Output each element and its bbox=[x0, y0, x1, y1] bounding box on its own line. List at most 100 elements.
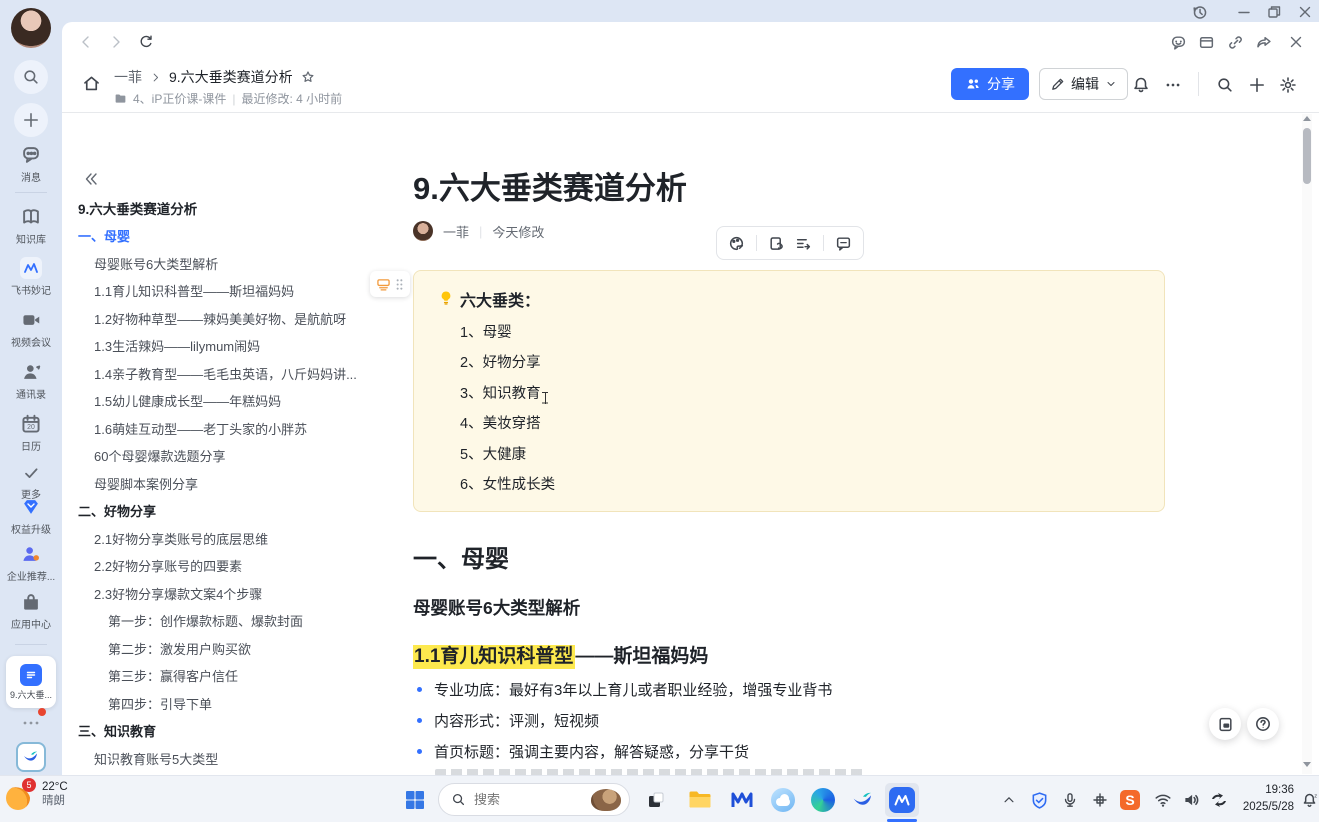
feishu-app-button[interactable] bbox=[846, 783, 880, 817]
callout-item[interactable]: 4、美妆穿搭 bbox=[460, 415, 1140, 433]
edit-button[interactable]: 编辑 bbox=[1039, 68, 1128, 100]
callout-item[interactable]: 5、大健康 bbox=[460, 446, 1140, 464]
rail-item-messages[interactable]: 消息 bbox=[0, 144, 62, 184]
callout-item[interactable]: 2、好物分享 bbox=[460, 354, 1140, 372]
close-window-button[interactable] bbox=[1292, 2, 1318, 22]
list-arrow-icon[interactable] bbox=[795, 235, 812, 252]
doc-title[interactable]: 9.六大垂类赛道分析 bbox=[413, 163, 687, 208]
doc-heading-2[interactable]: 一、母婴 bbox=[413, 539, 509, 574]
outline-title[interactable]: 9.六大垂类赛道分析 bbox=[78, 194, 370, 222]
more-actions-button[interactable] bbox=[1160, 72, 1186, 98]
bullet-item[interactable]: 首页标题：强调主要内容，解答疑惑，分享干货 bbox=[417, 741, 749, 762]
rail-item-current-doc[interactable]: 9.六大垂... bbox=[6, 656, 56, 708]
outline-item[interactable]: 1.5幼儿健康成长型——年糕妈妈 bbox=[78, 387, 370, 415]
rail-item-knowledge[interactable]: 知识库 bbox=[0, 206, 62, 246]
outline-item[interactable]: 1.3生活辣妈——lilymum闹妈 bbox=[78, 332, 370, 360]
search-input[interactable] bbox=[474, 792, 583, 807]
tab-close-button[interactable] bbox=[1284, 30, 1308, 54]
doc-heading-3[interactable]: 母婴账号6大类型解析 bbox=[413, 595, 580, 620]
tray-clock[interactable]: 19:36 2025/5/28 bbox=[1228, 782, 1294, 816]
tray-expand-button[interactable] bbox=[996, 787, 1022, 813]
doc-search-button[interactable] bbox=[1212, 72, 1238, 98]
outline-item[interactable]: 2.2好物分享账号的四要素 bbox=[78, 552, 370, 580]
outline-item[interactable]: 60个母婴爆款选题分享 bbox=[78, 442, 370, 470]
comment-icon[interactable] bbox=[835, 235, 852, 252]
weather-widget[interactable]: 5 22°C 晴朗 bbox=[6, 780, 68, 808]
callout-block[interactable]: 六大垂类： 1、母婴 2、好物分享 3、知识教育 4、美妆穿搭 5、大健康 6、… bbox=[413, 270, 1165, 512]
scrollbar-down-arrow[interactable] bbox=[1303, 762, 1311, 767]
rail-item-app-center[interactable]: 应用中心 bbox=[0, 591, 62, 631]
minimize-button[interactable] bbox=[1231, 2, 1257, 22]
outline-item[interactable]: 第四步：引导下单 bbox=[78, 690, 370, 718]
outline-item[interactable]: 二、好物分享 bbox=[78, 497, 370, 525]
outline-item[interactable]: 2.3好物分享爆款文案4个步骤 bbox=[78, 580, 370, 608]
outline-item[interactable]: 母婴账号6大类型解析 bbox=[78, 250, 370, 278]
outline-item[interactable]: 第三步：赢得客户信任 bbox=[78, 662, 370, 690]
edge-button[interactable] bbox=[806, 783, 840, 817]
tray-wifi-button[interactable] bbox=[1150, 787, 1176, 813]
theme-palette-icon[interactable] bbox=[728, 235, 745, 252]
minutes-app-button-active[interactable] bbox=[885, 783, 919, 817]
rail-item-video-meeting[interactable]: 视频会议 bbox=[0, 309, 62, 349]
nav-forward-button[interactable] bbox=[104, 30, 128, 54]
callout-item[interactable]: 3、知识教育 bbox=[460, 385, 1140, 403]
doc-feedback-button[interactable] bbox=[1209, 708, 1241, 740]
outline-item[interactable]: 1.1育儿知识科普型——斯坦福妈妈 bbox=[78, 277, 370, 305]
outline-item[interactable]: 1.2好物种草型——辣妈美美好物、是航航呀 bbox=[78, 305, 370, 333]
history-button[interactable] bbox=[1186, 2, 1212, 22]
rail-more-apps-button[interactable] bbox=[0, 714, 62, 732]
callout-item[interactable]: 6、女性成长类 bbox=[460, 476, 1140, 494]
taskbar-search[interactable] bbox=[438, 783, 630, 816]
rail-add-button[interactable] bbox=[0, 103, 62, 137]
tab-emoji-button[interactable] bbox=[1166, 30, 1190, 54]
share-button[interactable]: 分享 bbox=[951, 68, 1029, 100]
nav-refresh-button[interactable] bbox=[134, 30, 158, 54]
outline-collapse-button[interactable] bbox=[80, 168, 102, 190]
rail-search-button[interactable] bbox=[0, 60, 62, 94]
author-name[interactable]: 一菲 bbox=[443, 222, 469, 241]
block-handle[interactable] bbox=[370, 271, 410, 297]
tray-security-button[interactable] bbox=[1026, 787, 1052, 813]
rail-item-calendar[interactable]: 20 日历 bbox=[0, 413, 62, 453]
outline-item[interactable]: 一、母婴 bbox=[78, 222, 370, 250]
tray-notifications-button[interactable]: z bbox=[1296, 787, 1319, 813]
tab-window-button[interactable] bbox=[1194, 30, 1218, 54]
notifications-button[interactable] bbox=[1128, 72, 1154, 98]
rail-item-upgrade[interactable]: 权益升级 bbox=[0, 496, 62, 536]
star-icon[interactable] bbox=[301, 70, 315, 84]
weather-app-button[interactable] bbox=[766, 783, 800, 817]
doc-heading-3b[interactable]: 1.1育儿知识科普型——斯坦福妈妈 bbox=[413, 641, 708, 668]
rail-item-enterprise[interactable]: 企业推荐... bbox=[0, 543, 62, 583]
breadcrumb-current[interactable]: 9.六大垂类赛道分析 bbox=[169, 67, 293, 87]
search-highlight-image[interactable] bbox=[591, 789, 621, 811]
doc-add-button[interactable] bbox=[1244, 72, 1270, 98]
breadcrumb-parent[interactable]: 一菲 bbox=[114, 67, 142, 87]
tray-snip-button[interactable] bbox=[1087, 787, 1113, 813]
outline-item[interactable]: 第二步：激发用户购买欲 bbox=[78, 635, 370, 663]
file-explorer-button[interactable] bbox=[683, 783, 717, 817]
start-button[interactable] bbox=[398, 783, 432, 817]
tray-microphone-button[interactable] bbox=[1057, 787, 1083, 813]
tab-share-button[interactable] bbox=[1251, 30, 1275, 54]
restore-button[interactable] bbox=[1261, 2, 1287, 22]
outline-item[interactable]: 知识教育账号5大类型 bbox=[78, 745, 370, 773]
folder-name[interactable]: 4、iP正价课-课件 bbox=[133, 90, 226, 107]
settings-button[interactable] bbox=[1275, 72, 1301, 98]
rail-item-minutes[interactable]: 飞书妙记 bbox=[0, 257, 62, 297]
user-avatar[interactable] bbox=[0, 8, 62, 48]
outline-item[interactable]: 第一步：创作爆款标题、爆款封面 bbox=[78, 607, 370, 635]
outline-item[interactable]: 母婴脚本案例分享 bbox=[78, 470, 370, 498]
callout-item[interactable]: 1、母婴 bbox=[460, 324, 1140, 342]
outline-item[interactable]: 1.6萌娃互动型——老丁头家的小胖苏 bbox=[78, 415, 370, 443]
bullet-item[interactable]: 内容形式：评测，短视频 bbox=[417, 710, 599, 731]
help-button[interactable] bbox=[1247, 708, 1279, 740]
outline-item[interactable]: 三、知识教育 bbox=[78, 717, 370, 745]
outline-item[interactable]: 1.4亲子教育型——毛毛虫英语，八斤妈妈讲... bbox=[78, 360, 370, 388]
task-view-button[interactable] bbox=[639, 783, 673, 817]
feishu-logo-button[interactable] bbox=[0, 742, 62, 772]
rail-item-contacts[interactable]: 通讯录 bbox=[0, 361, 62, 401]
nav-back-button[interactable] bbox=[74, 30, 98, 54]
bullet-item[interactable]: 专业功底：最好有3年以上育儿或者职业经验，增强专业背书 bbox=[417, 679, 832, 700]
scrollbar-up-arrow[interactable] bbox=[1303, 116, 1311, 121]
home-button[interactable] bbox=[76, 68, 106, 98]
